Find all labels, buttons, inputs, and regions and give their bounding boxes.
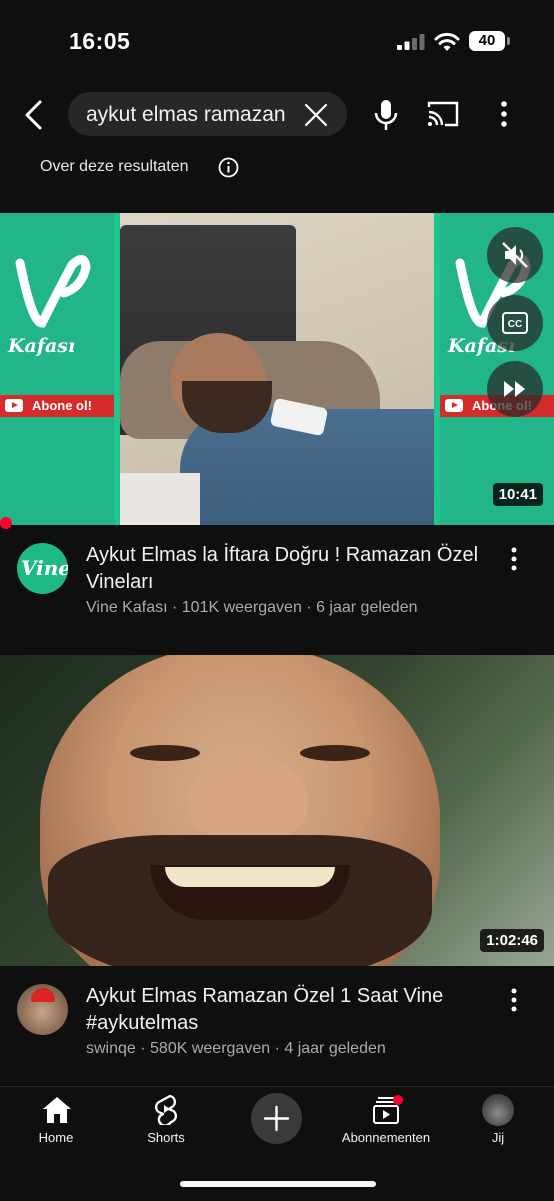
back-arrow-icon[interactable]	[20, 98, 50, 132]
youtube-play-icon	[445, 399, 463, 412]
thumbnail-video-frame	[120, 213, 434, 525]
eye	[300, 745, 370, 761]
about-results-link[interactable]: Over deze resultaten	[40, 158, 189, 176]
nav-subscriptions-label: Abonnementen	[341, 1130, 431, 1145]
vine-logo-icon	[15, 255, 91, 328]
view-count: 101K weergaven	[181, 599, 302, 616]
video-title[interactable]: Aykut Elmas la İftara Doğru ! Ramazan Öz…	[86, 542, 486, 596]
plus-icon	[263, 1105, 290, 1132]
clear-search-icon[interactable]	[303, 102, 329, 128]
channel-avatar[interactable]	[17, 984, 68, 1035]
battery-tip	[507, 37, 510, 45]
meta-separator: ·	[135, 1040, 151, 1057]
nav-home-label: Home	[38, 1130, 74, 1145]
battery-indicator: 40	[469, 31, 505, 51]
subscriptions-icon	[373, 1095, 403, 1124]
video-thumbnail[interactable]: Kafası Abone ol! Kafası Abone ol!	[0, 213, 554, 525]
meta-separator: ·	[270, 1040, 285, 1057]
meta-separator: ·	[301, 599, 317, 616]
thumbnail-left-tile: Kafası Abone ol!	[0, 213, 114, 525]
upload-age: 6 jaar geleden	[316, 599, 418, 616]
youtube-play-icon	[5, 399, 23, 412]
video-more-icon[interactable]	[509, 546, 519, 572]
more-options-icon[interactable]	[494, 100, 514, 128]
channel-avatar-text: Vine	[21, 556, 68, 580]
fast-forward-icon	[504, 381, 525, 397]
video-more-icon[interactable]	[509, 987, 519, 1013]
meta-separator: ·	[167, 599, 182, 616]
fast-forward-button[interactable]	[487, 361, 543, 417]
captions-icon: CC	[502, 312, 528, 334]
nose	[188, 755, 308, 845]
cast-icon[interactable]	[426, 100, 460, 128]
video-thumbnail[interactable]: 1:02:46	[0, 655, 554, 966]
upload-age: 4 jaar geleden	[284, 1040, 386, 1057]
video-metadata: swinqe · 580K weergaven · 4 jaar geleden	[86, 1040, 386, 1058]
wifi-icon	[434, 32, 460, 51]
video-duration: 10:41	[492, 483, 543, 506]
search-query-text[interactable]: aykut elmas ramazan	[86, 103, 296, 127]
video-duration: 1:02:46	[480, 929, 544, 952]
view-count: 580K weergaven	[150, 1040, 271, 1057]
nav-shorts-label: Shorts	[147, 1130, 185, 1145]
muted-speaker-icon	[502, 242, 528, 268]
subscribe-banner-text: Abone ol!	[32, 398, 92, 413]
nav-you-label: Jij	[491, 1130, 505, 1145]
subscribe-banner: Abone ol!	[0, 395, 114, 417]
video-title[interactable]: Aykut Elmas Ramazan Özel 1 Saat Vine #ay…	[86, 983, 486, 1037]
create-button[interactable]	[251, 1093, 302, 1144]
info-icon[interactable]	[218, 157, 239, 178]
video-metadata: Vine Kafası · 101K weergaven · 6 jaar ge…	[86, 599, 418, 617]
mute-button[interactable]	[487, 227, 543, 283]
bedsheet	[120, 473, 200, 525]
teeth	[165, 867, 335, 887]
home-indicator	[180, 1181, 376, 1187]
svg-text:CC: CC	[508, 319, 522, 330]
profile-avatar	[482, 1094, 514, 1126]
channel-avatar[interactable]: Vine	[17, 543, 68, 594]
shorts-icon	[154, 1094, 178, 1125]
channel-name: Vine Kafası	[86, 599, 168, 616]
captions-button[interactable]: CC	[487, 295, 543, 351]
eye	[130, 745, 200, 761]
thumbnail-brand-text: Kafası	[8, 335, 76, 357]
channel-name: swinqe	[86, 1040, 136, 1057]
status-time: 16:05	[69, 28, 131, 54]
santa-hat	[31, 988, 55, 1002]
microphone-icon[interactable]	[372, 98, 400, 132]
home-icon	[43, 1097, 71, 1123]
playback-progress-dot[interactable]	[0, 517, 12, 529]
cellular-signal-icon	[397, 34, 425, 50]
